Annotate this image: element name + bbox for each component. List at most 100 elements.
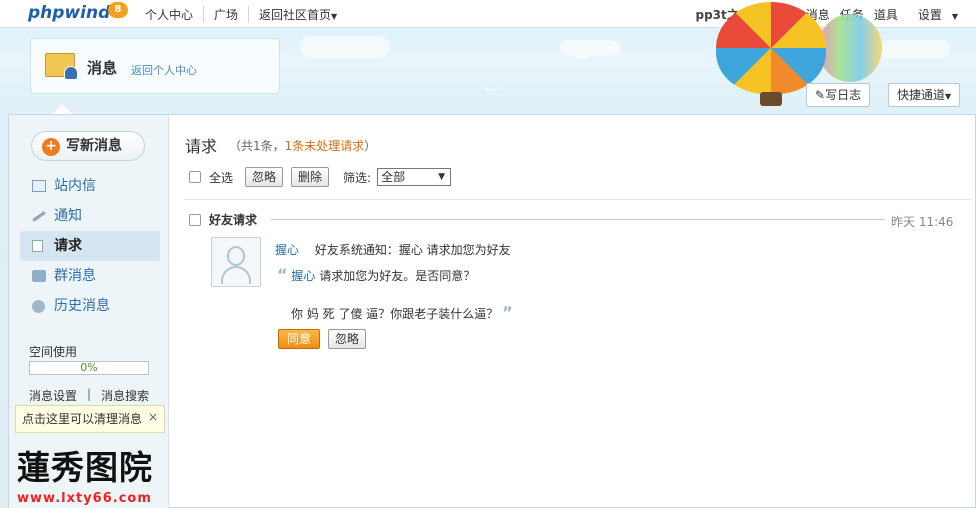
message-search-link[interactable]: 消息搜索 <box>101 387 149 404</box>
filter-label: 筛选: <box>343 170 372 185</box>
quote-text: 请求加您为好友。是否同意？ <box>319 269 476 283</box>
sidebar-item-requests[interactable]: 请求 <box>20 231 160 261</box>
request-actions: 同意 忽略 <box>278 329 367 349</box>
mail-icon <box>32 180 46 192</box>
toolbar: 全选 忽略 删除 筛选: 全部 ▼ <box>189 167 452 187</box>
avatar[interactable] <box>211 237 261 287</box>
message-body-text: 你 妈 死 了傻 逼？你跟老子装什么逼？ <box>291 307 499 321</box>
settings-label: 设置 <box>917 8 942 22</box>
nav-back-home[interactable]: 返回社区首页▼ <box>248 6 347 23</box>
quote-user-link[interactable]: 握心 <box>291 269 315 283</box>
summary-prefix: （共1条， <box>229 139 285 153</box>
watermark: 蓮秀图院 www.lxty66.com <box>17 441 153 506</box>
sidebar-item-group-messages[interactable]: 群消息 <box>20 261 160 291</box>
page-title: 消息 <box>87 59 118 77</box>
open-quote-icon: “ <box>277 265 288 284</box>
select-all-checkbox[interactable] <box>189 171 201 183</box>
divider <box>271 219 885 220</box>
chevron-down-icon: ▼ <box>945 92 952 101</box>
nav-back-home-label: 返回社区首页 <box>259 8 332 22</box>
message-body: 你 妈 死 了傻 逼？你跟老子装什么逼？ ” <box>291 303 513 322</box>
message-settings-link[interactable]: 消息设置 <box>29 387 77 404</box>
balloon-decoration <box>716 2 826 94</box>
top-nav: 个人中心 广场 返回社区首页▼ <box>145 6 347 23</box>
avatar-body <box>221 266 251 284</box>
space-usage-label: 空间使用 <box>29 345 78 359</box>
plus-icon: + <box>42 138 60 156</box>
sidebar-item-label: 请求 <box>54 238 82 254</box>
content-area: 请求 （共1条，1条未处理请求） 全选 忽略 删除 筛选: 全部 ▼ 好友请求 … <box>185 115 971 508</box>
back-to-personal-link[interactable]: 返回个人中心 <box>131 62 197 78</box>
sidebar-links: 消息设置 | 消息搜索 <box>29 387 149 404</box>
cloud-decoration <box>880 40 950 58</box>
cleanup-tip-text: 点击这里可以清理消息 <box>22 412 143 426</box>
quick-access-button[interactable]: 快捷通道▼ <box>888 83 961 107</box>
balloon-decoration <box>818 14 882 82</box>
write-blog-button[interactable]: ✎写日志 <box>806 83 871 107</box>
group-title: 好友请求 <box>209 213 258 227</box>
folder-user-icon <box>45 53 78 80</box>
new-message-label: 写新消息 <box>66 138 122 154</box>
quick-access-label: 快捷通道 <box>897 88 946 102</box>
sidebar-item-history[interactable]: 历史消息 <box>20 291 160 321</box>
sidebar-item-notifications[interactable]: 通知 <box>20 201 160 231</box>
system-notice-text: 好友系统通知：握心 请求加您为好友 <box>314 243 511 257</box>
chevron-down-icon: ▼ <box>331 12 338 21</box>
sender-link[interactable]: 握心 <box>275 243 299 257</box>
ignore-request-button[interactable]: 忽略 <box>328 329 367 349</box>
filter-value: 全部 <box>381 170 406 184</box>
sidebar-nav: 站内信 通知 请求 群消息 历史消息 <box>20 171 160 321</box>
header-pointer <box>52 104 72 114</box>
sidebar: + 写新消息 站内信 通知 请求 群消息 历史消息 空间使用 0% 消息设置 |… <box>9 115 169 508</box>
close-icon[interactable]: × <box>148 404 158 430</box>
delete-button[interactable]: 删除 <box>291 167 330 187</box>
watermark-text: 蓮秀图院 <box>17 448 153 487</box>
close-quote-icon: ” <box>502 303 513 322</box>
chat-icon <box>32 270 46 282</box>
chevron-down-icon: ▼ <box>951 12 958 21</box>
request-summary: （共1条，1条未处理请求） <box>229 137 376 154</box>
message-header: 握心 好友系统通知：握心 请求加您为好友 <box>275 241 511 258</box>
write-blog-label: 写日志 <box>825 88 862 102</box>
clock-icon <box>32 300 45 313</box>
main-panel: + 写新消息 站内信 通知 请求 群消息 历史消息 空间使用 0% 消息设置 |… <box>8 114 976 508</box>
bird-decoration: ︶ <box>484 87 498 103</box>
section-title: 请求 <box>185 137 218 156</box>
divider <box>185 199 971 200</box>
items-link[interactable]: 道具 <box>874 6 898 23</box>
cleanup-tip[interactable]: 点击这里可以清理消息 × <box>15 405 165 433</box>
group-checkbox[interactable] <box>189 213 201 226</box>
ignore-button[interactable]: 忽略 <box>245 167 284 187</box>
cloud-decoration <box>300 36 390 58</box>
avatar-head <box>227 246 245 266</box>
pencil-icon <box>32 211 46 222</box>
sidebar-item-label: 群消息 <box>54 268 96 284</box>
sidebar-item-label: 通知 <box>54 208 82 224</box>
divider: | <box>87 387 92 401</box>
filter-select[interactable]: 全部 ▼ <box>377 168 452 186</box>
page-header-card: 消息 返回个人中心 <box>30 38 280 94</box>
edit-icon: ✎ <box>815 88 826 102</box>
agree-button[interactable]: 同意 <box>278 329 321 349</box>
space-usage-bar: 0% <box>29 361 149 375</box>
site-logo[interactable]: phpwind <box>28 3 110 23</box>
sidebar-item-label: 历史消息 <box>54 298 110 314</box>
chevron-down-icon: ▼ <box>438 172 446 182</box>
settings-link[interactable]: 设置 ▼ <box>908 6 958 23</box>
balloon-basket-decoration <box>760 92 782 106</box>
nav-personal-center[interactable]: 个人中心 <box>145 6 203 23</box>
logo-badge: 8 <box>108 2 128 18</box>
watermark-url: www.lxty66.com <box>17 491 152 506</box>
select-all-label: 全选 <box>209 170 234 185</box>
document-icon <box>32 240 43 252</box>
summary-suffix: ） <box>364 139 377 153</box>
bird-decoration: ︶ <box>572 52 595 77</box>
nav-plaza[interactable]: 广场 <box>203 6 248 23</box>
sidebar-item-inbox[interactable]: 站内信 <box>20 171 160 201</box>
message-quote: “ 握心 请求加您为好友。是否同意？ <box>277 265 475 284</box>
new-message-button[interactable]: + 写新消息 <box>31 131 145 161</box>
sidebar-item-label: 站内信 <box>54 178 96 194</box>
group-timestamp: 昨天 11:46 <box>891 215 954 229</box>
group-header: 好友请求 <box>189 211 257 228</box>
pending-count[interactable]: 1条未处理请求 <box>285 139 365 153</box>
